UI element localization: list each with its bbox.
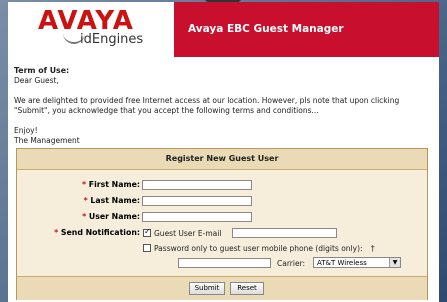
header: AVAYA idEngines Avaya EBC Guest Manager <box>8 2 439 57</box>
logo-sub-text: idEngines <box>80 32 144 47</box>
carrier-selected-value: AT&T Wireless <box>317 259 367 267</box>
sms-option-label: Password only to guest user mobile phone… <box>154 244 424 253</box>
first-name-input[interactable] <box>142 180 252 190</box>
register-guest-form: Register New Guest User * First Name: * … <box>16 148 428 300</box>
sms-option-mark: † <box>370 244 375 253</box>
form-button-bar: Submit Reset <box>17 276 427 300</box>
required-mark: * <box>83 196 88 205</box>
reset-button[interactable]: Reset <box>230 282 264 295</box>
user-name-label-text: User Name: <box>88 212 140 221</box>
logo: AVAYA idEngines <box>8 2 174 57</box>
last-name-input[interactable] <box>142 196 252 206</box>
email-notification-checkbox[interactable] <box>143 227 151 237</box>
terms-closing-1: Enjoy! <box>14 126 38 135</box>
carrier-label: Carrier: <box>277 259 306 268</box>
terms-body: We are delighted to provided free Intern… <box>14 96 400 115</box>
required-mark: * <box>81 180 87 189</box>
send-notification-label: * Send Notification: <box>17 228 140 237</box>
chevron-down-icon: ▼ <box>389 258 400 267</box>
app-title: Avaya EBC Guest Manager <box>188 23 344 35</box>
guest-email-input[interactable] <box>232 228 337 238</box>
terms-of-use: Term of Use: Dear Guest, We are delighte… <box>14 66 434 150</box>
mobile-phone-input[interactable] <box>178 258 271 268</box>
email-option-label: Guest User E-mail <box>154 229 222 238</box>
submit-button[interactable]: Submit <box>189 282 225 295</box>
first-name-label-text: First Name: <box>88 180 140 189</box>
sms-notification-checkbox[interactable] <box>143 244 151 252</box>
last-name-label: * Last Name: <box>37 196 140 205</box>
terms-heading: Term of Use: <box>14 66 70 75</box>
terms-closing-2: The Management <box>14 136 80 145</box>
title-bar: Avaya EBC Guest Manager <box>174 2 439 57</box>
required-mark: * <box>54 228 59 237</box>
guest-manager-panel: AVAYA idEngines Avaya EBC Guest Manager … <box>8 2 439 302</box>
carrier-select[interactable]: AT&T Wireless ▼ <box>313 257 401 268</box>
user-name-label: * User Name: <box>37 212 140 221</box>
send-notification-label-text: Send Notification: <box>60 228 140 237</box>
terms-greeting: Dear Guest, <box>14 76 59 85</box>
last-name-label-text: Last Name: <box>90 196 140 205</box>
sms-option-label-text: Password only to guest user mobile phone… <box>154 244 363 253</box>
form-title: Register New Guest User <box>17 149 427 170</box>
user-name-input[interactable] <box>142 212 252 222</box>
required-mark: * <box>82 212 87 221</box>
first-name-label: * First Name: <box>37 180 140 189</box>
